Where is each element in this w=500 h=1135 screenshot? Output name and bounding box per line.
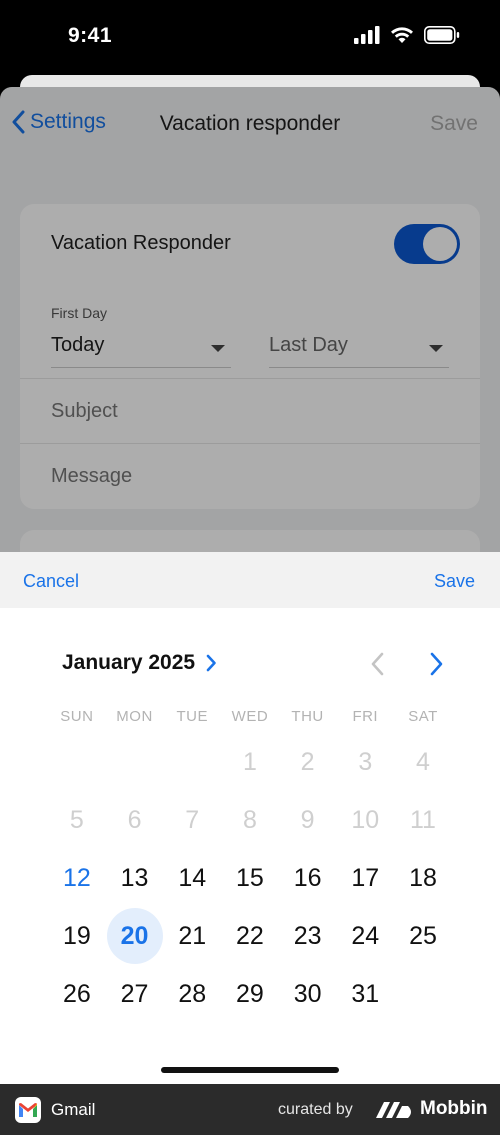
day-cell-11: 11 <box>394 791 452 849</box>
status-time: 9:41 <box>68 24 113 47</box>
weekday-label: SAT <box>408 708 438 725</box>
empty-day-cell <box>106 733 164 791</box>
day-cell-18[interactable]: 18 <box>394 849 452 907</box>
day-number: 14 <box>178 863 207 892</box>
calendar-grid: 1 2 3 4 5 6 7 8 9 10 11 12 13 14 15 16 17 18 19 20 21 22 23 24 2… <box>48 733 452 1023</box>
footer-bar: Gmail curated by Mobbin <box>0 1084 500 1135</box>
day-number: 31 <box>351 979 380 1008</box>
empty-day-cell <box>163 733 221 791</box>
day-cell-22[interactable]: 22 <box>221 907 279 965</box>
day-number: 11 <box>409 805 436 834</box>
day-cell-10: 10 <box>336 791 394 849</box>
gmail-logo-icon <box>15 1097 41 1123</box>
day-cell-4: 4 <box>394 733 452 791</box>
status-icons <box>354 26 460 44</box>
day-number: 15 <box>236 863 264 892</box>
day-number: 8 <box>242 805 257 834</box>
day-number: 29 <box>236 979 264 1008</box>
day-cell-27[interactable]: 27 <box>106 965 164 1023</box>
day-cell-31[interactable]: 31 <box>336 965 394 1023</box>
day-number: 1 <box>242 747 257 776</box>
month-title: January 2025 <box>62 651 196 674</box>
day-number: 16 <box>293 863 322 892</box>
vacation-responder-screen: Settings Vacation responder Save Vacatio… <box>0 87 500 557</box>
day-number: 24 <box>351 921 380 950</box>
day-number: 19 <box>62 921 91 950</box>
day-cell-14[interactable]: 14 <box>163 849 221 907</box>
battery-icon <box>424 26 460 44</box>
home-indicator <box>161 1067 339 1073</box>
weekday-label: FRI <box>352 708 379 725</box>
day-number: 7 <box>185 805 200 834</box>
weekday-label: MON <box>116 708 153 725</box>
day-cell-8: 8 <box>221 791 279 849</box>
day-cell-28[interactable]: 28 <box>163 965 221 1023</box>
day-number: 26 <box>62 979 91 1008</box>
date-picker-sheet: Cancel Save January 2025 SUN MON TUE WED THU… <box>0 552 500 1084</box>
day-cell-23[interactable]: 23 <box>279 907 337 965</box>
day-number: 25 <box>409 921 437 950</box>
dim-overlay[interactable] <box>0 87 500 557</box>
cancel-button[interactable]: Cancel <box>23 571 79 592</box>
day-number: 18 <box>409 863 437 892</box>
day-number: 5 <box>69 805 84 834</box>
status-bar: 9:41 <box>0 0 500 75</box>
day-number: 21 <box>178 921 207 950</box>
day-cell-29[interactable]: 29 <box>221 965 279 1023</box>
chevron-right-icon <box>206 654 216 672</box>
day-number: 13 <box>120 863 149 892</box>
day-cell-3: 3 <box>336 733 394 791</box>
footer-app-name: Gmail <box>51 1100 96 1119</box>
day-cell-25[interactable]: 25 <box>394 907 452 965</box>
day-cell-5: 5 <box>48 791 106 849</box>
day-number: 20 <box>120 921 149 950</box>
mobbin-brand: Mobbin <box>420 1098 488 1119</box>
day-cell-2: 2 <box>279 733 337 791</box>
day-number: 9 <box>300 805 315 834</box>
day-number: 3 <box>358 747 373 776</box>
weekday-label: WED <box>231 708 269 725</box>
day-cell-1: 1 <box>221 733 279 791</box>
empty-day-cell <box>48 733 106 791</box>
mobbin-logo-icon <box>376 1102 411 1118</box>
day-cell-30[interactable]: 30 <box>279 965 337 1023</box>
day-number: 2 <box>300 747 315 776</box>
cellular-signal-icon <box>354 26 380 44</box>
curated-by-label: curated by <box>278 1101 353 1118</box>
day-cell-19[interactable]: 19 <box>48 907 106 965</box>
day-cell-21[interactable]: 21 <box>163 907 221 965</box>
day-number: 27 <box>120 979 149 1008</box>
day-cell-13[interactable]: 13 <box>106 849 164 907</box>
day-cell-9: 9 <box>279 791 337 849</box>
day-cell-16[interactable]: 16 <box>279 849 337 907</box>
weekday-label: SUN <box>60 708 94 725</box>
previous-month-icon[interactable] <box>366 650 390 678</box>
day-cell-6: 6 <box>106 791 164 849</box>
day-cell-15[interactable]: 15 <box>221 849 279 907</box>
picker-toolbar: Cancel Save <box>0 552 500 608</box>
day-cell-24[interactable]: 24 <box>336 907 394 965</box>
day-number: 30 <box>293 979 322 1008</box>
weekday-label: TUE <box>176 708 208 725</box>
wifi-icon <box>391 27 413 43</box>
day-cell-12[interactable]: 12 <box>48 849 106 907</box>
day-cell-20[interactable]: 20 <box>106 907 164 965</box>
day-number: 22 <box>236 921 264 950</box>
month-year-selector[interactable]: January 2025 <box>62 651 217 675</box>
next-month-icon[interactable] <box>424 650 448 678</box>
day-number: 10 <box>351 805 380 834</box>
day-number: 4 <box>416 747 430 776</box>
weekday-header: SUN MON TUE WED THU FRI SAT <box>48 708 452 725</box>
day-number: 23 <box>293 921 322 950</box>
day-number: 17 <box>351 863 380 892</box>
day-cell-17[interactable]: 17 <box>336 849 394 907</box>
weekday-label: THU <box>291 708 324 725</box>
day-number: 6 <box>127 805 142 834</box>
picker-save-button[interactable]: Save <box>434 571 475 592</box>
day-cell-7: 7 <box>163 791 221 849</box>
day-number: 12 <box>62 863 91 892</box>
day-number: 28 <box>178 979 207 1008</box>
day-cell-26[interactable]: 26 <box>48 965 106 1023</box>
